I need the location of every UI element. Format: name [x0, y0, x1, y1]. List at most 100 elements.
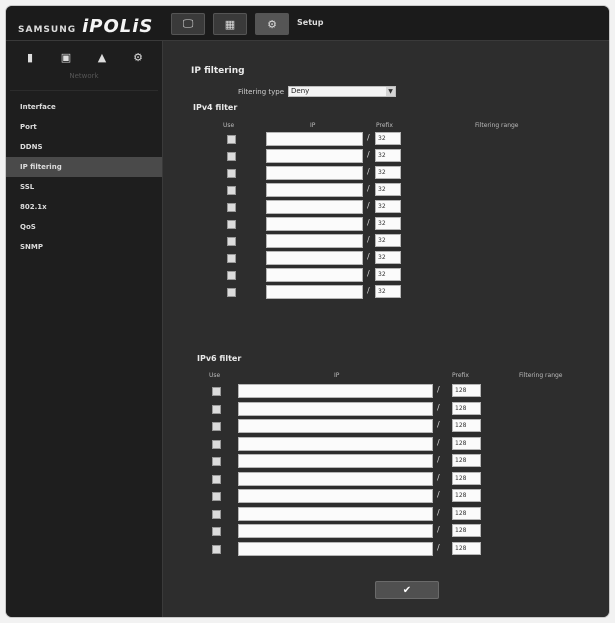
ipv6-prefix-input[interactable]: 128 — [452, 489, 481, 502]
filtering-type-select[interactable]: Deny ▼ — [288, 86, 397, 97]
prefix-separator: / — [367, 167, 370, 176]
ipv4-ip-input[interactable] — [266, 149, 363, 163]
ipv4-filter-row: / 32 — [163, 217, 609, 231]
ipv4-ip-input[interactable] — [266, 132, 363, 146]
ipv4-use-checkbox[interactable] — [227, 135, 236, 144]
ipv4-filter-row: / 32 — [163, 285, 609, 299]
ipv4-filter-row: / 32 — [163, 251, 609, 265]
ipv6-prefix-input[interactable]: 128 — [452, 524, 481, 537]
ipv4-use-checkbox[interactable] — [227, 288, 236, 297]
checkmark-icon: ✔ — [402, 584, 412, 596]
main-panel: IP filtering Filtering type Deny ▼ IPv4 … — [163, 41, 609, 617]
ipolis-wordmark: iPOLiS — [82, 16, 154, 37]
ipv4-filter-row: / 32 — [163, 200, 609, 214]
ipv4-prefix-input[interactable]: 32 — [375, 234, 401, 247]
ipv4-prefix-input[interactable]: 32 — [375, 285, 401, 298]
ipv6-section-title: IPv6 filter — [197, 354, 242, 363]
ipv4-filter-row: / 32 — [163, 268, 609, 282]
ipv4-use-checkbox[interactable] — [227, 271, 236, 280]
ipv4-prefix-input[interactable]: 32 — [375, 183, 401, 196]
prefix-separator: / — [437, 542, 440, 552]
ipv4-prefix-input[interactable]: 32 — [375, 200, 401, 213]
ipv6-ip-input[interactable] — [238, 489, 433, 503]
sidebar-item-ddns[interactable]: DDNS — [6, 137, 162, 157]
monitor-icon: 🖵 — [182, 17, 194, 30]
apply-button[interactable]: ✔ — [375, 581, 439, 599]
ipv4-ip-input[interactable] — [266, 200, 363, 214]
ipv4-ip-input[interactable] — [266, 234, 363, 248]
ipv4-use-checkbox[interactable] — [227, 220, 236, 229]
sidebar-item-snmp[interactable]: SNMP — [6, 237, 162, 257]
ipv6-prefix-input[interactable]: 128 — [452, 471, 481, 485]
ipv6-ip-input[interactable] — [238, 436, 433, 451]
ipv6-ip-input[interactable] — [238, 524, 433, 538]
ipv4-ip-input[interactable] — [266, 251, 363, 265]
ipv6-use-checkbox[interactable] — [212, 474, 221, 484]
ipv4-use-checkbox[interactable] — [227, 169, 236, 178]
camera-icon[interactable]: ▮ — [20, 51, 40, 64]
filtering-type-label: Filtering type — [238, 87, 285, 96]
ipv6-use-checkbox[interactable] — [212, 492, 221, 501]
network-icon[interactable]: ▣ — [56, 51, 76, 64]
ipv4-use-checkbox[interactable] — [227, 254, 236, 263]
system-icon[interactable]: ⚙ — [128, 51, 148, 64]
ipv6-prefix-input[interactable]: 128 — [452, 541, 481, 555]
ipv6-ip-input[interactable] — [238, 401, 433, 416]
ipv4-prefix-input[interactable]: 32 — [375, 268, 401, 281]
ipv4-use-checkbox[interactable] — [227, 186, 236, 195]
prefix-separator: / — [437, 472, 440, 482]
ipv6-prefix-input[interactable]: 128 — [452, 401, 481, 415]
ipv4-prefix-input[interactable]: 32 — [375, 132, 401, 145]
ipv6-filter-row: / 128 — [163, 541, 609, 556]
setup-button[interactable]: ⚙ — [255, 13, 289, 35]
ipv4-use-checkbox[interactable] — [227, 203, 236, 212]
ipv6-use-checkbox[interactable] — [212, 509, 221, 519]
ipv6-use-checkbox[interactable] — [212, 527, 221, 536]
ipv4-ip-input[interactable] — [266, 183, 363, 197]
ipv6-ip-input[interactable] — [238, 471, 433, 486]
sidebar-item-ip-filtering[interactable]: IP filtering — [6, 157, 162, 177]
ipv4-use-checkbox[interactable] — [227, 237, 236, 246]
ipv4-prefix-input[interactable]: 32 — [375, 149, 401, 162]
sidebar-item-802-1x[interactable]: 802.1x — [6, 197, 162, 217]
monitor-button[interactable]: 🖵 — [171, 13, 205, 35]
ipv4-ip-input[interactable] — [266, 217, 363, 231]
ipv4-prefix-input[interactable]: 32 — [375, 217, 401, 230]
ipv6-use-checkbox[interactable] — [212, 422, 221, 431]
sidebar-item-ssl[interactable]: SSL — [6, 177, 162, 197]
ipv6-prefix-input[interactable]: 128 — [452, 436, 481, 450]
sidebar-item-port[interactable]: Port — [6, 117, 162, 137]
sidebar-item-interface[interactable]: Interface — [6, 97, 162, 117]
ipv6-ip-input[interactable] — [238, 506, 433, 521]
ipv4-ip-input[interactable] — [266, 285, 363, 299]
ipv4-prefix-input[interactable]: 32 — [375, 166, 401, 179]
ipv6-use-checkbox[interactable] — [212, 404, 221, 414]
ipv6-use-checkbox[interactable] — [212, 439, 221, 449]
prefix-separator: / — [437, 455, 440, 464]
ipv6-filter-row: / 128 — [163, 506, 609, 521]
event-icon[interactable]: ▲ — [92, 51, 112, 64]
playback-button[interactable]: ▦ — [213, 13, 247, 35]
ipv6-use-checkbox[interactable] — [212, 387, 221, 396]
ipv4-header-ip: IP — [310, 122, 316, 129]
ipv4-ip-input[interactable] — [266, 166, 363, 180]
ipv4-ip-input[interactable] — [266, 268, 363, 282]
prefix-separator: / — [367, 269, 370, 278]
ipv6-prefix-input[interactable]: 128 — [452, 384, 481, 397]
ipv6-ip-input[interactable] — [238, 454, 433, 468]
ipv6-ip-input[interactable] — [238, 384, 433, 398]
ipv6-ip-input[interactable] — [238, 419, 433, 433]
ipv6-use-checkbox[interactable] — [212, 544, 221, 554]
ipv4-prefix-input[interactable]: 32 — [375, 251, 401, 264]
ipv6-use-checkbox[interactable] — [212, 457, 221, 466]
ipv6-prefix-input[interactable]: 128 — [452, 419, 481, 432]
sidebar-heading: Network — [10, 70, 158, 91]
ipv6-ip-input[interactable] — [238, 541, 433, 556]
ipv6-prefix-input[interactable]: 128 — [452, 454, 481, 467]
playback-icon: ▦ — [224, 17, 236, 31]
prefix-separator: / — [367, 286, 370, 295]
ipv6-prefix-input[interactable]: 128 — [452, 506, 481, 520]
sidebar-item-qos[interactable]: QoS — [6, 217, 162, 237]
ipv4-use-checkbox[interactable] — [227, 152, 236, 161]
ipv6-filter-row: / 128 — [163, 489, 609, 503]
